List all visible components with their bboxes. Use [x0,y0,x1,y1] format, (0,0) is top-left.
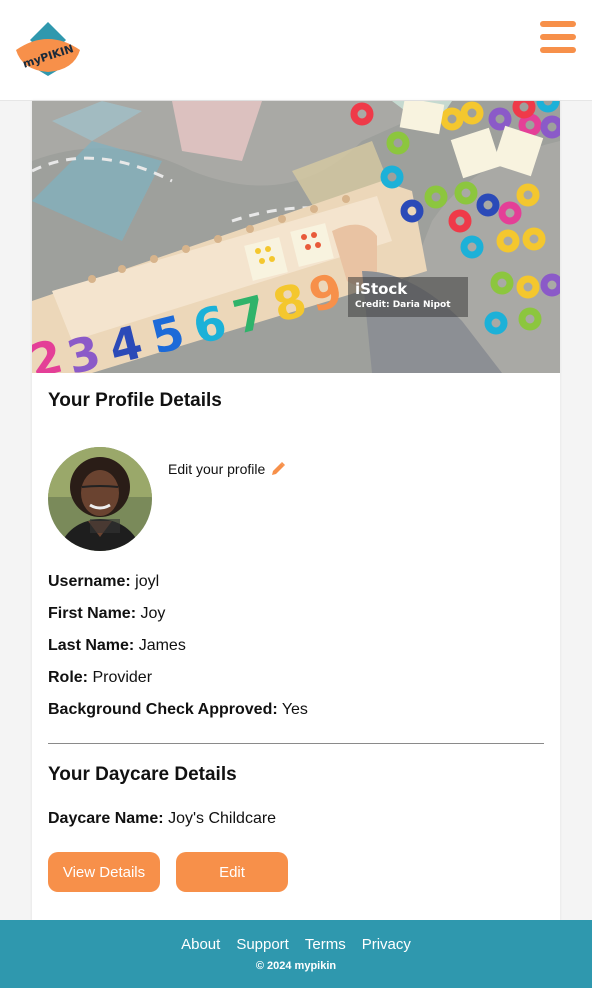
field-label: Background Check Approved: [48,701,278,718]
hamburger-menu-icon[interactable] [538,20,578,56]
field-value: Provider [92,669,153,686]
menu-bar [540,47,576,53]
field-label: Daycare Name: [48,810,164,827]
pencil-icon [272,462,286,475]
profile-field-background-check: Background Check Approved: Yes [48,701,308,719]
field-value: joyl [135,573,160,590]
footer-link-about[interactable]: About [181,936,220,953]
footer-link-privacy[interactable]: Privacy [362,936,411,953]
footer-link-terms[interactable]: Terms [305,936,346,953]
istock-watermark: iStock Credit: Daria Nipot [348,277,468,317]
profile-field-username: Username: joyl [48,573,159,591]
field-value: Joy [140,605,166,622]
profile-field-role: Role: Provider [48,669,152,687]
daycare-section-title: Your Daycare Details [48,764,237,785]
field-value: James [138,637,186,654]
field-value: Joy's Childcare [168,810,277,827]
field-value: Yes [281,701,308,718]
app-header: myPIKIN [0,0,592,101]
avatar [48,447,152,551]
profile-section-title: Your Profile Details [48,390,222,411]
edit-daycare-button[interactable]: Edit [176,852,288,892]
menu-bar [540,21,576,27]
profile-card: 2 3 4 5 6 7 8 9 iStock Credit: Daria Nip… [32,101,560,921]
profile-field-first-name: First Name: Joy [48,605,165,623]
field-label: Last Name: [48,637,135,654]
copyright-text: © 2024 mypikin [255,960,337,972]
field-label: First Name: [48,605,137,622]
watermark-credit: Credit: Daria Nipot [355,300,451,310]
mypikin-logo[interactable]: myPIKIN [14,20,82,76]
field-label: Role: [48,669,88,686]
daycare-name-field: Daycare Name: Joy's Childcare [48,810,276,828]
edit-profile-label: Edit your profile [168,461,266,477]
view-details-button[interactable]: View Details [48,852,160,892]
app-footer: About Support Terms Privacy © 2024 mypik… [0,920,592,988]
section-divider [48,743,544,744]
watermark-brand: iStock [355,280,408,298]
edit-profile-link[interactable]: Edit your profile [168,461,286,477]
hero-image: 2 3 4 5 6 7 8 9 iStock Credit: Daria Nip… [32,101,560,373]
field-label: Username: [48,573,131,590]
menu-bar [540,34,576,40]
profile-field-last-name: Last Name: James [48,637,186,655]
footer-link-support[interactable]: Support [236,936,289,953]
footer-links: About Support Terms Privacy [0,936,592,953]
